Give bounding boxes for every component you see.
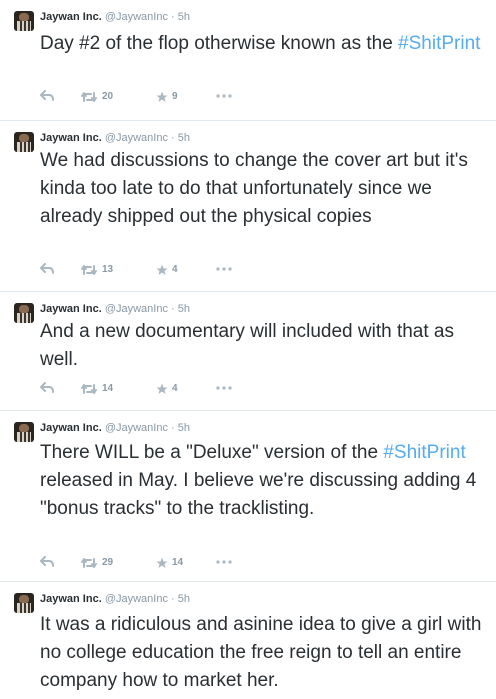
avatar[interactable] bbox=[14, 422, 34, 442]
more-button[interactable] bbox=[216, 555, 232, 571]
tweet-text: And a new documentary will included with… bbox=[40, 318, 492, 374]
more-dots-icon bbox=[216, 560, 232, 564]
retweet-count: 20 bbox=[102, 91, 114, 102]
retweet-icon bbox=[81, 92, 97, 102]
more-dots-icon bbox=[216, 386, 232, 390]
retweet-icon bbox=[81, 384, 97, 394]
tweet-header: Jaywan Inc. @JaywanInc · 5h bbox=[40, 591, 190, 607]
favorite-count: 9 bbox=[172, 91, 178, 102]
star-icon bbox=[156, 557, 168, 568]
tweet-header: Jaywan Inc. @JaywanInc · 5h bbox=[40, 9, 190, 25]
favorite-count: 4 bbox=[172, 383, 178, 394]
separator-dot: · bbox=[171, 132, 175, 144]
retweet-button[interactable]: 29 bbox=[80, 555, 113, 571]
timestamp[interactable]: 5h bbox=[178, 11, 190, 23]
separator-dot: · bbox=[171, 11, 175, 23]
favorite-button[interactable]: 4 bbox=[156, 262, 178, 278]
reply-arrow-icon bbox=[40, 556, 54, 568]
retweet-count: 13 bbox=[102, 264, 114, 275]
timestamp[interactable]: 5h bbox=[178, 132, 190, 144]
tweet-feed: Jaywan Inc. @JaywanInc · 5h Day #2 of th… bbox=[0, 0, 496, 699]
tweet-text: It was a ridiculous and asinine idea to … bbox=[40, 611, 492, 695]
separator-dot: · bbox=[171, 303, 175, 315]
separator-dot: · bbox=[171, 593, 175, 605]
tweet[interactable]: Jaywan Inc. @JaywanInc · 5h There WILL b… bbox=[0, 411, 496, 581]
reply-button[interactable] bbox=[40, 381, 54, 397]
text-segment: released in May. I believe we're discuss… bbox=[40, 470, 477, 519]
author-name[interactable]: Jaywan Inc. bbox=[40, 593, 102, 605]
retweet-icon bbox=[81, 558, 97, 568]
author-name[interactable]: Jaywan Inc. bbox=[40, 11, 102, 23]
separator-dot: · bbox=[171, 422, 175, 434]
author-name[interactable]: Jaywan Inc. bbox=[40, 303, 102, 315]
favorite-button[interactable]: 4 bbox=[156, 381, 178, 397]
author-name[interactable]: Jaywan Inc. bbox=[40, 422, 102, 434]
star-icon bbox=[156, 91, 168, 102]
timestamp[interactable]: 5h bbox=[178, 593, 190, 605]
tweet-header: Jaywan Inc. @JaywanInc · 5h bbox=[40, 301, 190, 317]
avatar[interactable] bbox=[14, 11, 34, 31]
star-icon bbox=[156, 383, 168, 394]
avatar[interactable] bbox=[14, 132, 34, 152]
retweet-count: 14 bbox=[102, 383, 114, 394]
author-name[interactable]: Jaywan Inc. bbox=[40, 132, 102, 144]
timestamp[interactable]: 5h bbox=[178, 422, 190, 434]
author-handle[interactable]: @JaywanInc bbox=[105, 303, 168, 315]
retweet-count: 29 bbox=[102, 557, 114, 568]
text-segment: There WILL be a "Deluxe" version of the bbox=[40, 442, 384, 463]
tweet-header: Jaywan Inc. @JaywanInc · 5h bbox=[40, 130, 190, 146]
tweet-header: Jaywan Inc. @JaywanInc · 5h bbox=[40, 420, 190, 436]
reply-arrow-icon bbox=[40, 263, 54, 275]
tweet-text: There WILL be a "Deluxe" version of the … bbox=[40, 439, 492, 523]
retweet-button[interactable]: 13 bbox=[80, 262, 113, 278]
reply-arrow-icon bbox=[40, 90, 54, 102]
reply-arrow-icon bbox=[40, 382, 54, 394]
retweet-icon bbox=[81, 265, 97, 275]
avatar[interactable] bbox=[14, 593, 34, 613]
tweet[interactable]: Jaywan Inc. @JaywanInc · 5h It was a rid… bbox=[0, 582, 496, 699]
text-segment: It was a ridiculous and asinine idea to … bbox=[40, 614, 482, 691]
hashtag-link[interactable]: #ShitPrint bbox=[383, 442, 465, 463]
retweet-button[interactable]: 14 bbox=[80, 381, 113, 397]
favorite-button[interactable]: 14 bbox=[156, 555, 183, 571]
text-segment: Day #2 of the flop otherwise known as th… bbox=[40, 33, 399, 54]
favorite-count: 4 bbox=[172, 264, 178, 275]
author-handle[interactable]: @JaywanInc bbox=[105, 132, 168, 144]
tweet[interactable]: Jaywan Inc. @JaywanInc · 5h Day #2 of th… bbox=[0, 0, 496, 120]
timestamp[interactable]: 5h bbox=[178, 303, 190, 315]
retweet-button[interactable]: 20 bbox=[80, 89, 113, 105]
reply-button[interactable] bbox=[40, 89, 54, 105]
more-button[interactable] bbox=[216, 381, 232, 397]
author-handle[interactable]: @JaywanInc bbox=[105, 11, 168, 23]
favorite-count: 14 bbox=[172, 557, 184, 568]
more-button[interactable] bbox=[216, 89, 232, 105]
more-button[interactable] bbox=[216, 262, 232, 278]
author-handle[interactable]: @JaywanInc bbox=[105, 593, 168, 605]
author-handle[interactable]: @JaywanInc bbox=[105, 422, 168, 434]
avatar[interactable] bbox=[14, 303, 34, 323]
reply-button[interactable] bbox=[40, 262, 54, 278]
more-dots-icon bbox=[216, 94, 232, 98]
tweet-text: Day #2 of the flop otherwise known as th… bbox=[40, 30, 492, 58]
tweet[interactable]: Jaywan Inc. @JaywanInc · 5h We had discu… bbox=[0, 121, 496, 291]
more-dots-icon bbox=[216, 267, 232, 271]
text-segment: And a new documentary will included with… bbox=[40, 321, 455, 370]
star-icon bbox=[156, 264, 168, 275]
reply-button[interactable] bbox=[40, 555, 54, 571]
tweet-text: We had discussions to change the cover a… bbox=[40, 147, 492, 231]
tweet[interactable]: Jaywan Inc. @JaywanInc · 5h And a new do… bbox=[0, 292, 496, 410]
hashtag-link[interactable]: #ShitPrint bbox=[398, 33, 480, 54]
text-segment: We had discussions to change the cover a… bbox=[40, 150, 468, 227]
favorite-button[interactable]: 9 bbox=[156, 89, 178, 105]
